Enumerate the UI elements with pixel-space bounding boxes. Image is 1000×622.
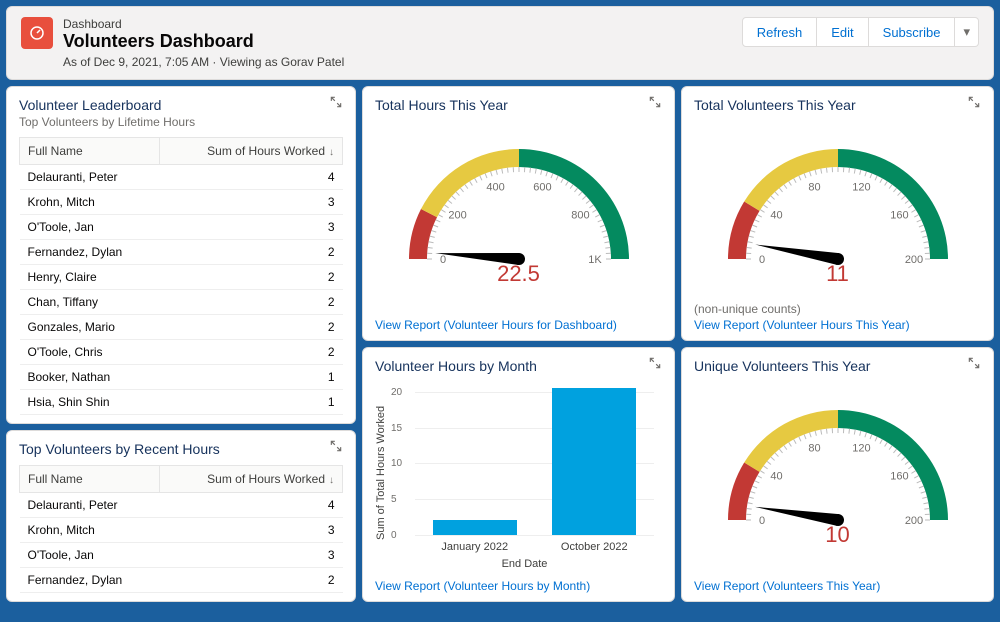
leaderboard-title: Volunteer Leaderboard	[19, 97, 343, 113]
expand-icon[interactable]	[967, 356, 983, 372]
table-row[interactable]: Chan, Tiffany2	[20, 289, 343, 314]
dashboard-app-icon	[21, 17, 53, 49]
gauge-value: 10	[708, 522, 968, 548]
bar-category-label: January 2022	[415, 541, 535, 553]
leaderboard-table: Full Name Sum of Hours Worked↓ Delaurant…	[19, 137, 343, 415]
total-hours-title: Total Hours This Year	[375, 97, 662, 113]
gauge-value: 22.5	[389, 261, 649, 287]
header-kicker: Dashboard	[63, 17, 344, 31]
table-row[interactable]: Krohn, Mitch3	[20, 517, 343, 542]
svg-text:80: 80	[808, 181, 820, 193]
recent-table: Full Name Sum of Hours Worked↓ Delaurant…	[19, 465, 343, 593]
total-volunteers-gauge: 0408012016020011	[708, 119, 968, 269]
svg-text:600: 600	[533, 181, 551, 193]
sort-desc-icon: ↓	[329, 147, 334, 158]
bar-xlabel: End Date	[387, 558, 662, 570]
table-row[interactable]: Hsia, Shin Shin1	[20, 389, 343, 414]
unique-volunteers-title: Unique Volunteers This Year	[694, 358, 981, 374]
sort-desc-icon: ↓	[329, 475, 334, 486]
table-row[interactable]: O'Toole, Jan3	[20, 214, 343, 239]
svg-text:120: 120	[852, 442, 870, 454]
table-row[interactable]: Fernandez, Dylan2	[20, 567, 343, 592]
header-actions: Refresh Edit Subscribe ▾	[742, 17, 979, 47]
svg-text:200: 200	[448, 209, 466, 221]
total-hours-report-link[interactable]: View Report (Volunteer Hours for Dashboa…	[375, 310, 662, 332]
page-title: Volunteers Dashboard	[63, 31, 344, 53]
total-volunteers-title: Total Volunteers This Year	[694, 97, 981, 113]
table-row[interactable]: Booker, Nathan1	[20, 364, 343, 389]
svg-text:800: 800	[571, 209, 589, 221]
gauge-value: 11	[708, 261, 968, 287]
table-row[interactable]: Delauranti, Peter4	[20, 492, 343, 517]
total-volunteers-note: (non-unique counts)	[694, 302, 801, 316]
hours-by-month-card: Volunteer Hours by Month Sum of Total Ho…	[362, 347, 675, 602]
bar[interactable]	[552, 388, 636, 534]
table-row[interactable]: Delauranti, Peter4	[20, 164, 343, 189]
hours-by-month-report-link[interactable]: View Report (Volunteer Hours by Month)	[375, 571, 662, 593]
table-row[interactable]: Krohn, Mitch3	[20, 189, 343, 214]
expand-icon[interactable]	[967, 95, 983, 111]
bar-category-label: October 2022	[535, 541, 655, 553]
svg-text:400: 400	[486, 181, 504, 193]
dashboard-header: Dashboard Volunteers Dashboard As of Dec…	[6, 6, 994, 80]
header-subtitle: As of Dec 9, 2021, 7:05 AM · Viewing as …	[63, 55, 344, 69]
subscribe-button[interactable]: Subscribe	[869, 17, 956, 47]
table-row[interactable]: O'Toole, Chris2	[20, 339, 343, 364]
svg-text:160: 160	[890, 209, 908, 221]
svg-text:160: 160	[890, 470, 908, 482]
expand-icon[interactable]	[329, 95, 345, 111]
svg-text:120: 120	[852, 181, 870, 193]
svg-text:40: 40	[770, 470, 782, 482]
expand-icon[interactable]	[329, 439, 345, 455]
more-actions-button[interactable]: ▾	[955, 17, 979, 47]
recent-title: Top Volunteers by Recent Hours	[19, 441, 343, 457]
unique-volunteers-gauge: 0408012016020010	[708, 380, 968, 530]
expand-icon[interactable]	[648, 95, 664, 111]
table-row[interactable]: Henry, Claire2	[20, 264, 343, 289]
hours-by-month-chart: 05101520 January 2022October 2022 End Da…	[387, 374, 662, 571]
svg-text:80: 80	[808, 442, 820, 454]
unique-volunteers-report-link[interactable]: View Report (Volunteers This Year)	[694, 571, 981, 593]
refresh-button[interactable]: Refresh	[742, 17, 818, 47]
leaderboard-report-link[interactable]: View Report (Top Volunteers by Lifetime …	[19, 415, 343, 424]
total-volunteers-card: Total Volunteers This Year 0408012016020…	[681, 86, 994, 341]
col-name[interactable]: Full Name	[20, 465, 160, 492]
total-volunteers-report-link[interactable]: View Report (Volunteer Hours This Year)	[694, 316, 981, 332]
table-row[interactable]: O'Toole, Jan3	[20, 542, 343, 567]
svg-text:40: 40	[770, 209, 782, 221]
total-hours-card: Total Hours This Year 02004006008001K22.…	[362, 86, 675, 341]
edit-button[interactable]: Edit	[817, 17, 868, 47]
table-row[interactable]: Gonzales, Mario2	[20, 314, 343, 339]
col-name[interactable]: Full Name	[20, 137, 160, 164]
hours-by-month-title: Volunteer Hours by Month	[375, 358, 662, 374]
recent-card: Top Volunteers by Recent Hours Full Name…	[6, 430, 356, 602]
leaderboard-card: Volunteer Leaderboard Top Volunteers by …	[6, 86, 356, 424]
bar-ylabel: Sum of Total Hours Worked	[375, 374, 387, 571]
col-hours[interactable]: Sum of Hours Worked↓	[160, 137, 343, 164]
total-hours-gauge: 02004006008001K22.5	[389, 119, 649, 269]
unique-volunteers-card: Unique Volunteers This Year 040801201602…	[681, 347, 994, 602]
col-hours[interactable]: Sum of Hours Worked↓	[160, 465, 343, 492]
bar[interactable]	[433, 520, 517, 534]
expand-icon[interactable]	[648, 356, 664, 372]
leaderboard-subtitle: Top Volunteers by Lifetime Hours	[19, 115, 343, 129]
table-row[interactable]: Fernandez, Dylan2	[20, 239, 343, 264]
